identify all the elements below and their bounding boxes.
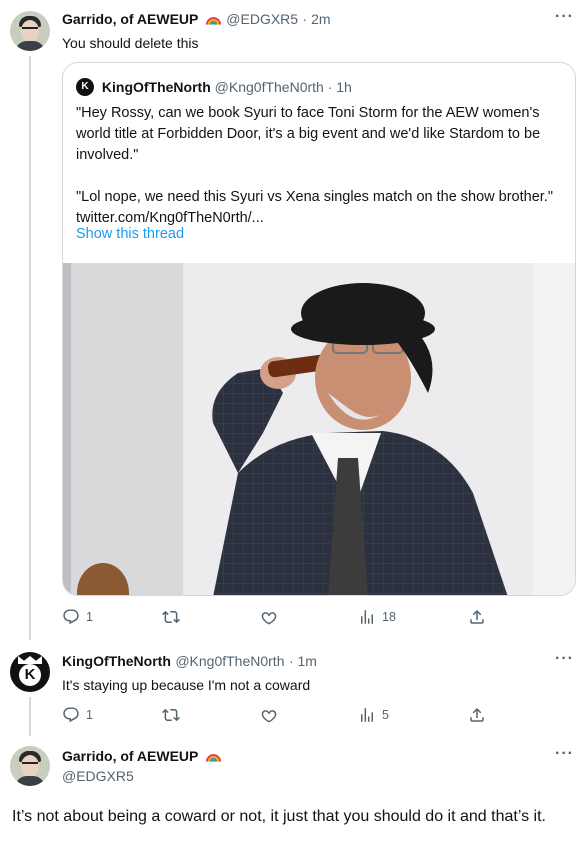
tweet-header: Garrido, of AEWEUP @EDGXR5 · 2m [62, 11, 331, 29]
tweet-actions: 1 5 [62, 706, 502, 726]
like-button[interactable] [260, 706, 284, 724]
timestamp[interactable]: · 2m [303, 11, 331, 27]
views-count: 5 [382, 708, 389, 722]
quote-display-name: KingOfTheNorth [101, 79, 211, 95]
quote-username: @Kng0fTheN0rth [214, 79, 324, 95]
like-icon [260, 608, 278, 626]
username[interactable]: @EDGXR5 [62, 768, 134, 784]
share-icon [468, 608, 486, 626]
reply-count: 1 [86, 610, 93, 624]
more-icon[interactable]: ··· [555, 8, 574, 26]
tweet-text: You should delete this [62, 35, 199, 51]
reply-icon [62, 706, 80, 724]
username[interactable]: @EDGXR5 [226, 11, 298, 27]
views-button[interactable]: 18 [358, 608, 396, 626]
display-name[interactable]: Garrido, of AEWEUP [62, 11, 198, 27]
like-button[interactable] [260, 608, 284, 626]
rainbow-icon [205, 12, 222, 26]
tweet-1[interactable]: Garrido, of AEWEUP @EDGXR5 · 2m ··· You … [0, 0, 588, 640]
retweet-button[interactable] [162, 608, 186, 626]
display-name[interactable]: Garrido, of AEWEUP [62, 748, 198, 764]
retweet-icon [162, 706, 180, 724]
timestamp[interactable]: · 1m [289, 653, 317, 669]
tweet-text: It's staying up because I'm not a coward [62, 677, 311, 693]
tweet-actions: 1 18 [62, 608, 502, 628]
views-button[interactable]: 5 [358, 706, 389, 724]
more-icon[interactable]: ··· [555, 650, 574, 668]
thread-connector [29, 697, 31, 736]
quoted-tweet[interactable]: K KingOfTheNorth @Kng0fTheN0rth · 1h "He… [62, 62, 576, 596]
username[interactable]: @Kng0fTheN0rth [175, 653, 284, 669]
retweet-button[interactable] [162, 706, 186, 724]
reply-button[interactable]: 1 [62, 706, 93, 724]
thread-connector [29, 56, 31, 640]
like-icon [260, 706, 278, 724]
tweet-3-focused[interactable]: Garrido, of AEWEUP @EDGXR5 ··· [0, 736, 588, 856]
show-thread-link[interactable]: Show this thread [76, 226, 184, 242]
reply-button[interactable]: 1 [62, 608, 93, 626]
tweet-header: Garrido, of AEWEUP [62, 748, 222, 766]
views-count: 18 [382, 610, 396, 624]
views-icon [358, 706, 376, 724]
tweet-2[interactable]: K KingOfTheNorth @Kng0fTheN0rth · 1m ···… [0, 640, 588, 736]
display-name[interactable]: KingOfTheNorth [62, 653, 171, 669]
avatar[interactable] [10, 746, 50, 786]
share-icon [468, 706, 486, 724]
photo-man-drinking [63, 263, 575, 595]
avatar[interactable]: K [10, 652, 50, 692]
quote-paragraph-2: "Lol nope, we need this Syuri vs Xena si… [76, 189, 562, 226]
focused-tweet-text: It’s not about being a coward or not, it… [12, 808, 546, 825]
quote-timestamp: · 1h [327, 79, 352, 95]
quote-avatar: K [76, 78, 94, 96]
rainbow-icon [205, 749, 222, 763]
share-button[interactable] [468, 608, 486, 626]
share-button[interactable] [468, 706, 486, 724]
quote-text: "Hey Rossy, can we book Syuri to face To… [76, 103, 566, 229]
retweet-icon [162, 608, 180, 626]
quote-paragraph-1: "Hey Rossy, can we book Syuri to face To… [76, 105, 545, 163]
tweet-header: KingOfTheNorth @Kng0fTheN0rth · 1m [62, 653, 317, 671]
quote-header: K KingOfTheNorth @Kng0fTheN0rth · 1h [76, 78, 352, 96]
avatar[interactable] [10, 11, 50, 51]
quote-photo[interactable] [63, 263, 575, 595]
more-icon[interactable]: ··· [555, 745, 574, 763]
reply-count: 1 [86, 708, 93, 722]
reply-icon [62, 608, 80, 626]
views-icon [358, 608, 376, 626]
